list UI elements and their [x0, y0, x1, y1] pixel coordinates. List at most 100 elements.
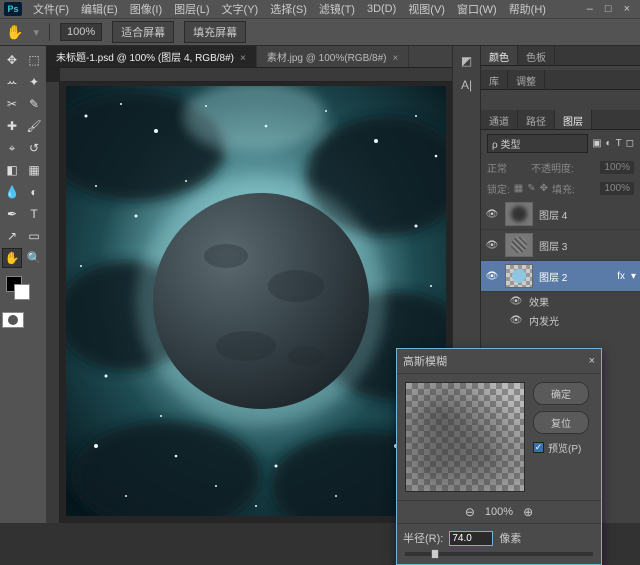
layer-name[interactable]: 图层 4: [539, 207, 636, 222]
visibility-toggle[interactable]: 👁: [485, 271, 499, 282]
chevron-down-icon[interactable]: ▾: [631, 271, 636, 282]
canvas[interactable]: [60, 82, 452, 523]
layer-filter-kind[interactable]: ρ 类型: [487, 134, 588, 153]
menu-window[interactable]: 窗口(W): [452, 1, 502, 17]
document-area: 未标题-1.psd @ 100% (图层 4, RGB/8#) × 素材.jpg …: [46, 46, 452, 523]
window-minimize-icon[interactable]: –: [587, 3, 593, 15]
lock-transparent-icon[interactable]: ▦: [514, 183, 523, 194]
radius-input[interactable]: [449, 531, 493, 546]
layer-effects-row[interactable]: 👁 效果: [481, 292, 640, 311]
innerglow-label: 内发光: [529, 313, 559, 328]
visibility-toggle[interactable]: 👁: [485, 240, 499, 251]
layer-name[interactable]: 图层 2: [539, 269, 611, 284]
dodge-tool[interactable]: ◐: [24, 182, 44, 202]
zoom-tool[interactable]: 🔍: [24, 248, 44, 268]
menu-edit[interactable]: 编辑(E): [76, 1, 123, 17]
brush-tool[interactable]: 🖌: [24, 116, 44, 136]
document-tab[interactable]: 未标题-1.psd @ 100% (图层 4, RGB/8#) ×: [46, 46, 257, 67]
zoom-in-icon[interactable]: ⊕: [523, 505, 533, 519]
reset-button[interactable]: 复位: [533, 411, 589, 434]
history-panel-icon[interactable]: ◩: [457, 52, 476, 70]
window-maximize-icon[interactable]: □: [605, 3, 612, 15]
opacity-value[interactable]: 100%: [600, 161, 634, 174]
layer-thumb: [505, 202, 533, 226]
menu-image[interactable]: 图像(I): [125, 1, 167, 17]
layer-effect-innerglow[interactable]: 👁 内发光: [481, 311, 640, 330]
gaussian-blur-dialog: 高斯模糊 × 确定 复位 ✓ 预览(P) ⊖ 100% ⊕: [396, 348, 602, 565]
dialog-close-icon[interactable]: ×: [589, 355, 595, 367]
eraser-tool[interactable]: ◧: [2, 160, 22, 180]
layer-name[interactable]: 图层 3: [539, 238, 636, 253]
hand-tool[interactable]: ✋: [2, 248, 22, 268]
blur-tool[interactable]: 💧: [2, 182, 22, 202]
menu-select[interactable]: 选择(S): [265, 1, 312, 17]
background-swatch[interactable]: [14, 284, 30, 300]
filter-type-icon[interactable]: T: [616, 138, 622, 149]
history-brush-tool[interactable]: ↺: [24, 138, 44, 158]
color-swatches[interactable]: [2, 276, 44, 306]
panel-tab-color[interactable]: 颜色: [481, 46, 518, 65]
stamp-tool[interactable]: ⌖: [2, 138, 22, 158]
filter-adjust-icon[interactable]: ◐: [606, 138, 612, 149]
path-select-tool[interactable]: ↗: [2, 226, 22, 246]
opacity-label: 不透明度:: [531, 160, 574, 175]
menu-type[interactable]: 文字(Y): [217, 1, 264, 17]
fit-screen-button[interactable]: 适合屏幕: [112, 21, 174, 43]
wand-tool[interactable]: ✦: [24, 72, 44, 92]
type-tool[interactable]: T: [24, 204, 44, 224]
pen-tool[interactable]: ✒: [2, 204, 22, 224]
options-bar: ✋ ▾ 100% 适合屏幕 填充屏幕: [0, 18, 640, 46]
layer-row[interactable]: 👁 图层 4: [481, 199, 640, 230]
eyedropper-tool[interactable]: ✎: [24, 94, 44, 114]
tab-close-icon[interactable]: ×: [240, 53, 246, 64]
marquee-tool[interactable]: ⬚: [24, 50, 44, 70]
dialog-title: 高斯模糊: [403, 353, 447, 369]
dialog-preview[interactable]: [405, 382, 525, 492]
blend-mode-select[interactable]: 正常: [487, 160, 527, 175]
heal-tool[interactable]: ✚: [2, 116, 22, 136]
crop-tool[interactable]: ✂: [2, 94, 22, 114]
lock-pixels-icon[interactable]: ✎: [527, 183, 535, 194]
tab-close-icon[interactable]: ×: [392, 53, 398, 64]
visibility-toggle[interactable]: 👁: [485, 209, 499, 220]
ruler-horizontal[interactable]: [60, 68, 452, 82]
panel-tab-swatches[interactable]: 色板: [518, 46, 555, 65]
move-tool[interactable]: ✥: [2, 50, 22, 70]
document-tabs: 未标题-1.psd @ 100% (图层 4, RGB/8#) × 素材.jpg …: [46, 46, 452, 68]
filter-shape-icon[interactable]: ◻: [626, 138, 634, 149]
zoom-out-icon[interactable]: ⊖: [465, 505, 475, 519]
quickmask-toggle[interactable]: [2, 312, 24, 328]
document-tab[interactable]: 素材.jpg @ 100%(RGB/8#)×: [257, 46, 409, 67]
panel-tab-channels[interactable]: 通道: [481, 110, 518, 129]
fill-screen-button[interactable]: 填充屏幕: [184, 21, 246, 43]
fx-badge[interactable]: fx: [617, 271, 625, 282]
menu-view[interactable]: 视图(V): [403, 1, 450, 17]
panel-tab-paths[interactable]: 路径: [518, 110, 555, 129]
tab-label: 未标题-1.psd @ 100% (图层 4, RGB/8#): [56, 53, 234, 64]
window-close-icon[interactable]: ×: [624, 3, 630, 15]
menu-help[interactable]: 帮助(H): [504, 1, 551, 17]
visibility-toggle[interactable]: 👁: [509, 296, 523, 307]
radius-slider[interactable]: [405, 552, 593, 556]
visibility-toggle[interactable]: 👁: [509, 315, 523, 326]
gradient-tool[interactable]: ▦: [24, 160, 44, 180]
shape-tool[interactable]: ▭: [24, 226, 44, 246]
panel-tab-library[interactable]: 库: [481, 70, 508, 89]
lasso-tool[interactable]: ꕀ: [2, 72, 22, 92]
zoom-select[interactable]: 100%: [60, 23, 102, 41]
ruler-vertical[interactable]: [46, 82, 60, 523]
menu-file[interactable]: 文件(F): [28, 1, 74, 17]
filter-pixel-icon[interactable]: ▣: [592, 138, 601, 149]
menu-filter[interactable]: 滤镜(T): [314, 1, 360, 17]
preview-checkbox[interactable]: ✓ 预览(P): [533, 440, 589, 455]
layer-row[interactable]: 👁 图层 3: [481, 230, 640, 261]
character-panel-icon[interactable]: A|: [457, 76, 476, 94]
panel-tab-adjust[interactable]: 调整: [508, 70, 545, 89]
ok-button[interactable]: 确定: [533, 382, 589, 405]
menu-3d[interactable]: 3D(D): [362, 3, 401, 15]
panel-tab-layers[interactable]: 图层: [555, 110, 592, 129]
layer-row[interactable]: 👁 图层 2 fx ▾: [481, 261, 640, 292]
menu-layer[interactable]: 图层(L): [169, 1, 214, 17]
fill-value[interactable]: 100%: [600, 182, 634, 195]
lock-position-icon[interactable]: ✥: [540, 183, 548, 194]
